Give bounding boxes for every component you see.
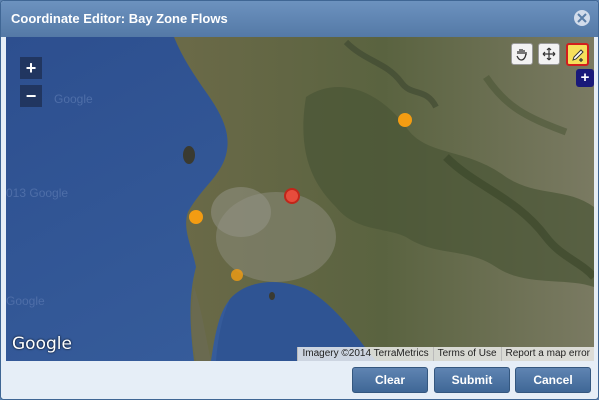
map-marker-selected[interactable] (284, 188, 300, 204)
svg-text:013 Google: 013 Google (6, 186, 68, 200)
clear-button[interactable]: Clear (352, 367, 428, 393)
hand-icon (516, 49, 527, 61)
report-map-error-link[interactable]: Report a map error (500, 347, 594, 361)
cancel-button[interactable]: Cancel (515, 367, 591, 393)
close-icon[interactable] (574, 10, 590, 26)
svg-text:Google: Google (6, 294, 45, 308)
title-bar[interactable]: Coordinate Editor: Bay Zone Flows (1, 1, 598, 37)
submit-button[interactable]: Submit (434, 367, 510, 393)
terms-of-use-link[interactable]: Terms of Use (432, 347, 501, 361)
draw-point-tool[interactable] (566, 43, 589, 66)
move-tool[interactable] (538, 43, 560, 65)
map-marker[interactable] (189, 210, 203, 224)
pan-hand-tool[interactable] (511, 43, 533, 65)
add-point-button[interactable]: + (576, 69, 594, 87)
pencil-icon (571, 48, 584, 62)
map-attribution: Imagery ©2014 TerraMetrics Terms of Use … (297, 347, 594, 361)
map-view[interactable]: Google 013 Google Google + − + Google Im… (6, 37, 594, 361)
dialog-title: Coordinate Editor: Bay Zone Flows (11, 11, 228, 26)
move-arrows-icon (542, 47, 556, 61)
dialog-footer: Clear Submit Cancel (1, 361, 598, 399)
zoom-in-button[interactable]: + (20, 57, 42, 79)
google-logo: Google (12, 334, 72, 354)
svg-text:Google: Google (54, 92, 93, 106)
zoom-out-button[interactable]: − (20, 85, 42, 107)
imagery-credit: Imagery ©2014 TerraMetrics (297, 347, 433, 361)
map-marker[interactable] (398, 113, 412, 127)
coordinate-editor-dialog: Coordinate Editor: Bay Zone Flows Google… (0, 0, 599, 400)
map-marker[interactable] (231, 269, 243, 281)
satellite-imagery: Google 013 Google Google (6, 37, 594, 361)
